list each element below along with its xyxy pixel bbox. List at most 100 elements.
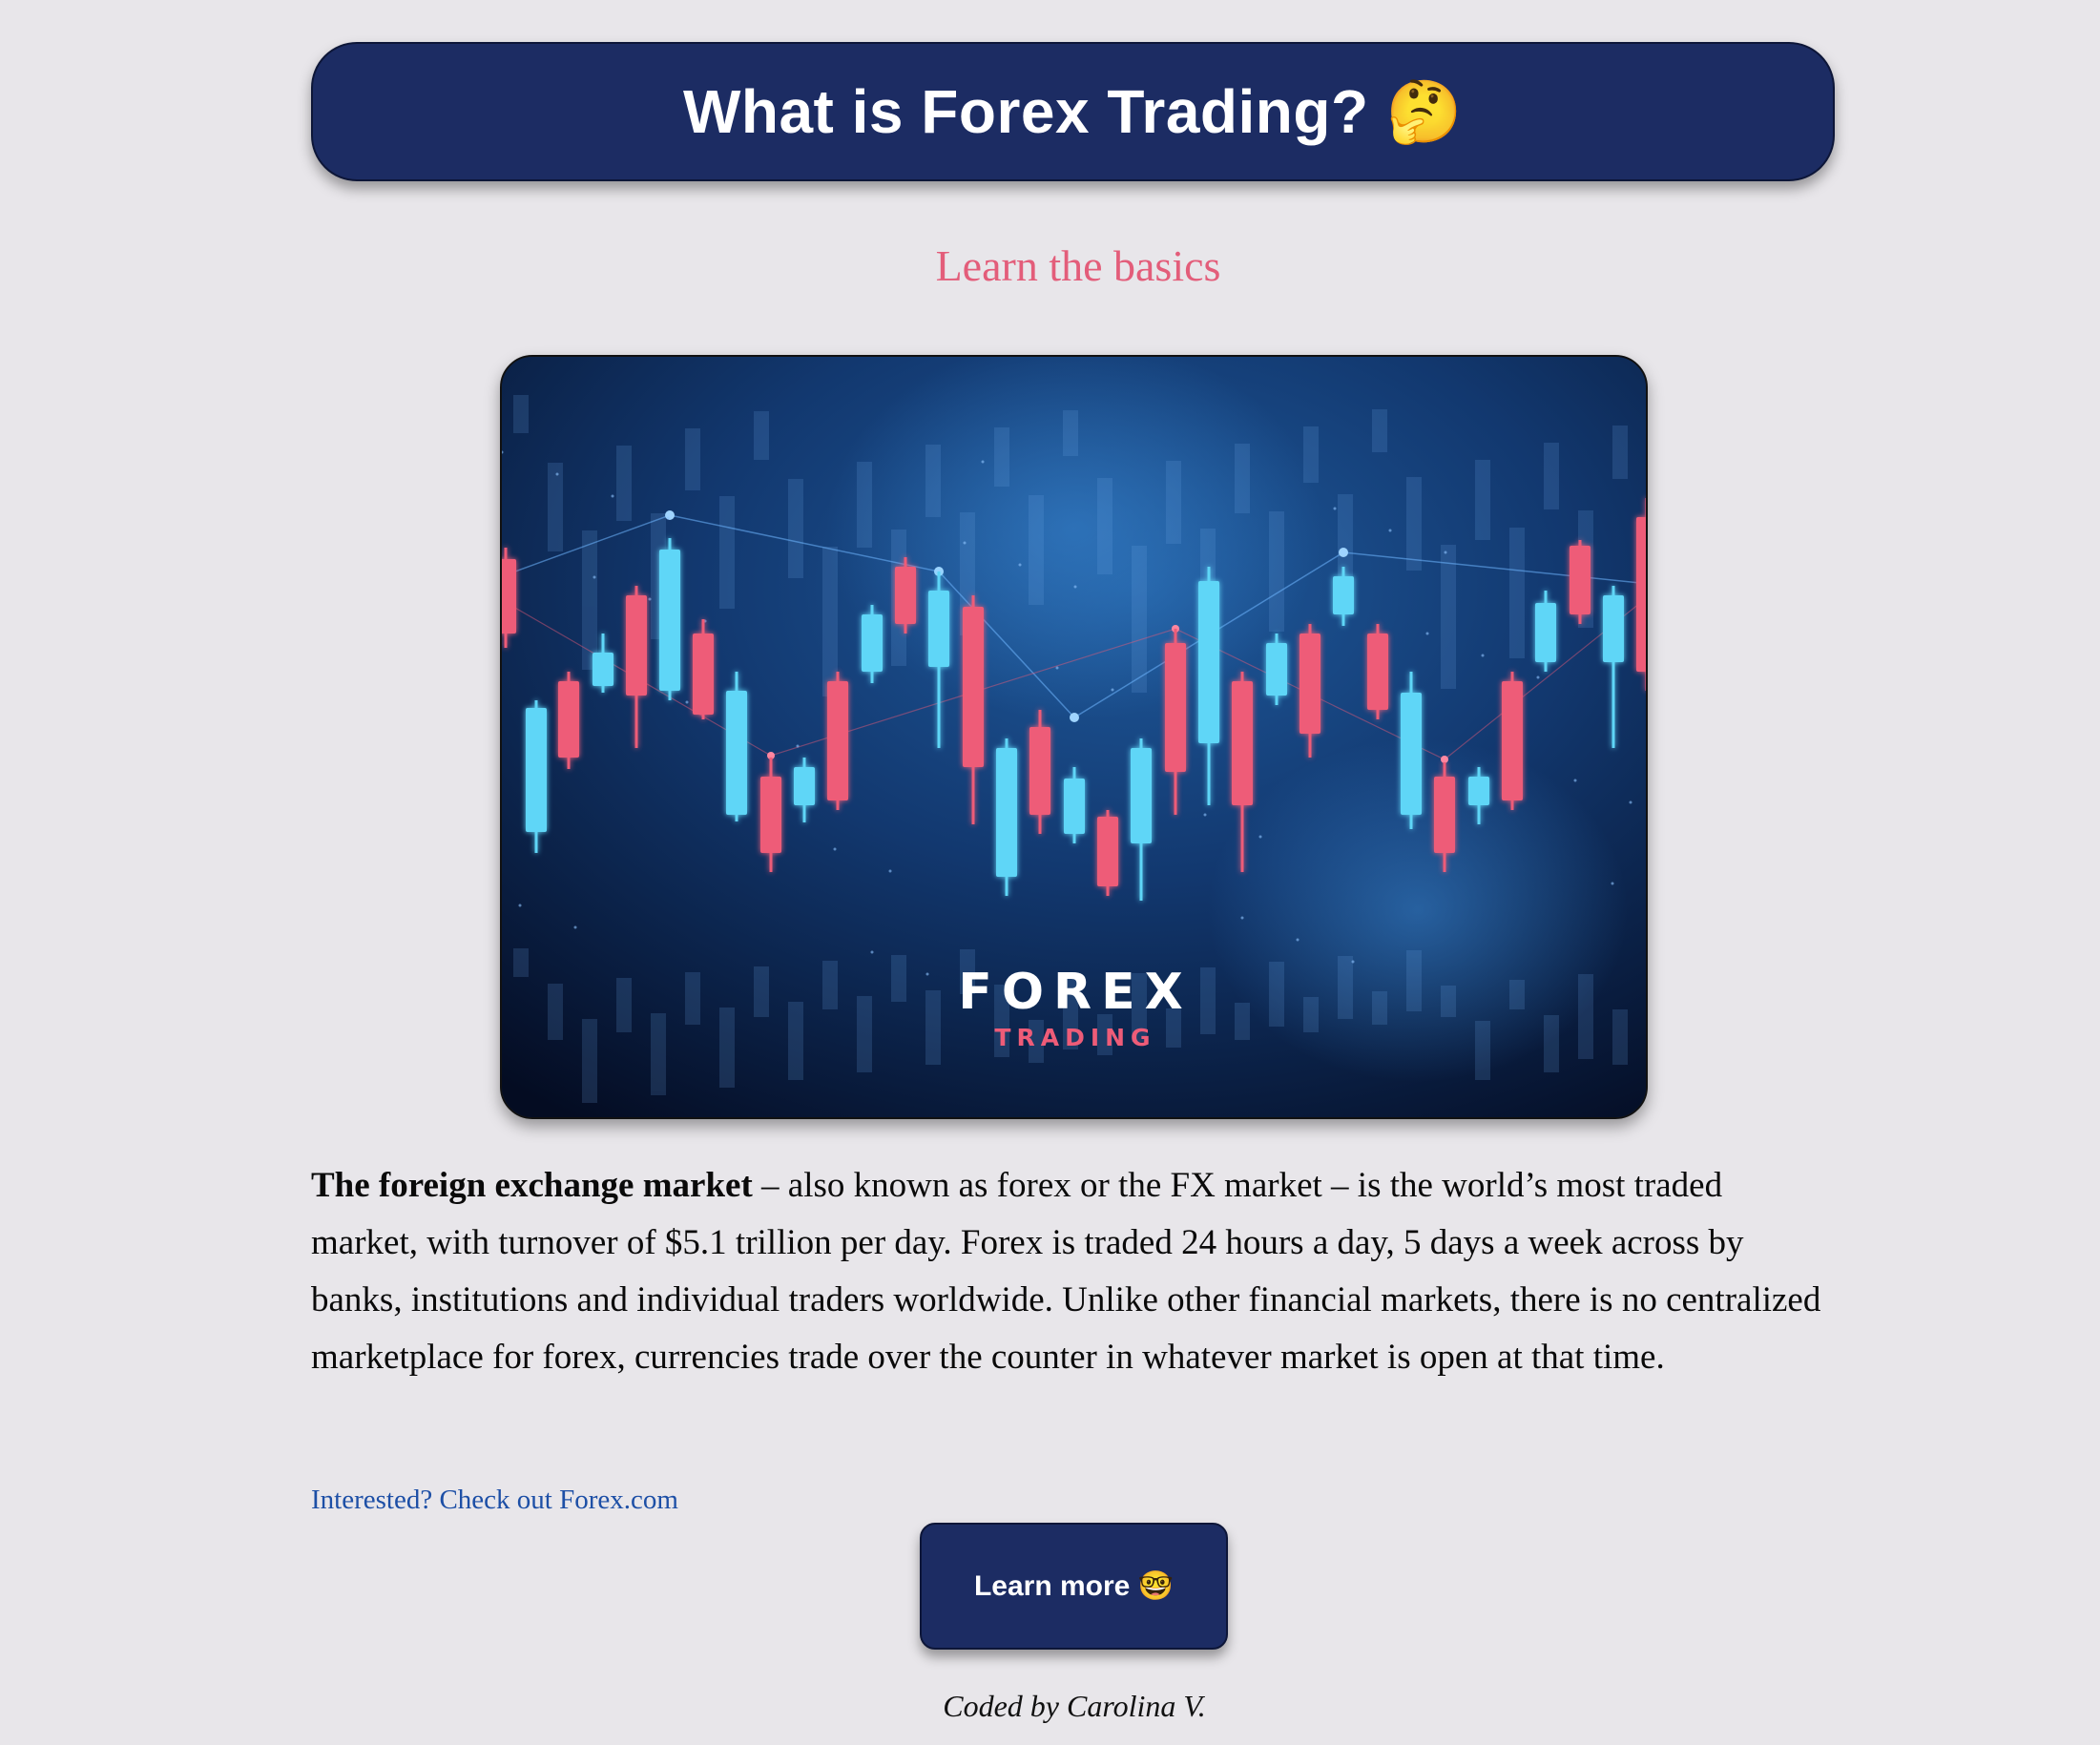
sparkle-dot [666, 516, 670, 520]
header-banner: What is Forex Trading? 🤔 [311, 42, 1835, 181]
bg-candle [822, 961, 838, 1009]
bg-candle [1372, 409, 1387, 452]
bg-candle [1612, 426, 1628, 479]
candle-body [1401, 693, 1422, 815]
candle-body [502, 559, 516, 634]
bg-candle [822, 547, 838, 696]
sparkle-dot [1351, 960, 1355, 964]
trend-node [1070, 713, 1079, 722]
sparkle-dot [1111, 688, 1114, 692]
sparkle-dot [796, 744, 800, 748]
candle-body [1097, 817, 1118, 886]
sparkle-dot [1536, 675, 1540, 679]
candle-body [1333, 576, 1354, 614]
sparkle-dot [1203, 813, 1207, 817]
bg-candle [1406, 950, 1422, 1011]
bg-candle [616, 446, 632, 521]
sparkle-dot [1629, 800, 1632, 804]
bg-candle [1029, 495, 1044, 605]
bg-candle [616, 978, 632, 1032]
sparkle-dot [1055, 666, 1059, 670]
sparkle-dot [1258, 835, 1262, 839]
candle-body [1636, 517, 1646, 672]
bg-candle [1338, 956, 1353, 1019]
candle-body [1468, 777, 1489, 805]
sparkle-dot [1018, 563, 1022, 567]
bg-candle [719, 1008, 735, 1088]
bg-candle [1544, 1015, 1559, 1072]
bg-candle [1063, 410, 1078, 456]
bg-candle [754, 411, 769, 460]
bg-candle [857, 996, 872, 1072]
bg-candle [1647, 493, 1648, 597]
candle-body [1300, 634, 1320, 734]
candle-body [659, 550, 680, 691]
bg-candle [1647, 968, 1648, 1051]
sparkle-dot [555, 472, 559, 476]
candle-body [1434, 777, 1455, 853]
bg-candle [925, 990, 941, 1065]
bg-candle [651, 1013, 666, 1095]
sparkle-dot [888, 869, 892, 873]
bg-candle [1235, 444, 1250, 513]
subtitle: Learn the basics [935, 241, 1221, 290]
candle-body [1198, 581, 1219, 743]
sparkle-dot [648, 597, 652, 601]
bg-candle [1612, 1009, 1628, 1065]
sparkle-dot [518, 904, 522, 907]
candle-body [928, 591, 949, 667]
candle-body [895, 567, 916, 624]
bg-candle [1235, 1003, 1250, 1040]
intro-lead: The foreign exchange market [311, 1166, 753, 1205]
candle-body [693, 634, 714, 715]
bg-candle [719, 496, 735, 609]
sparkle-dot [1573, 779, 1577, 782]
candle-body [626, 595, 647, 696]
candle-body [760, 777, 781, 853]
bg-candle [1475, 460, 1490, 540]
bg-candle [513, 395, 529, 433]
sparkle-dot [573, 925, 577, 929]
bg-candle [788, 479, 803, 578]
brand-forex: FOREX [958, 964, 1192, 1021]
trend-node [1339, 548, 1348, 557]
bg-candle [857, 462, 872, 548]
bg-candle [1509, 528, 1525, 658]
sparkle-dot [593, 575, 596, 579]
bg-candle [1441, 545, 1456, 689]
bg-candle [513, 948, 529, 977]
bg-candle [582, 1019, 597, 1103]
forex-link[interactable]: Interested? Check out Forex.com [311, 1485, 678, 1516]
sparkle-dot [1073, 585, 1077, 589]
sparkle-dot [833, 847, 837, 851]
candle-body [593, 653, 613, 686]
sparkle-dot [1240, 916, 1244, 920]
sparkle-dot [1425, 632, 1429, 635]
bg-candle [754, 966, 769, 1017]
candle-body [794, 767, 815, 805]
candle-body [558, 681, 579, 758]
bg-candle [1132, 546, 1147, 693]
bg-candle [1578, 974, 1593, 1059]
learn-more-button[interactable]: Learn more 🤓 [920, 1523, 1228, 1650]
bg-candle [548, 463, 563, 551]
bg-candle [1303, 426, 1319, 483]
candle-body [1570, 546, 1591, 614]
bg-candle [1441, 986, 1456, 1017]
candle-body [1029, 727, 1050, 815]
bg-candle [582, 530, 597, 670]
sparkle-dot [1296, 938, 1300, 942]
candle-body [526, 708, 547, 832]
page-title: What is Forex Trading? 🤔 [682, 76, 1464, 146]
footer-credit: Coded by Carolina V. [943, 1689, 1206, 1723]
bg-candle [1303, 997, 1319, 1032]
bg-candle [1372, 991, 1387, 1025]
bg-candle [1269, 511, 1284, 632]
candle-body [1232, 681, 1253, 805]
bg-candle [994, 427, 1009, 487]
trend-node [1441, 756, 1448, 763]
bg-candle [1544, 443, 1559, 509]
bg-candle [1200, 967, 1216, 1034]
bg-candle [1406, 477, 1422, 571]
hero-image: FOREX TRADING [500, 355, 1648, 1119]
